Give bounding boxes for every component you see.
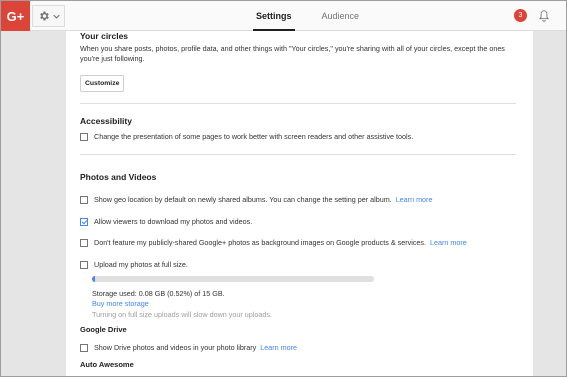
customize-button[interactable]: Customize (80, 75, 125, 92)
drive-checkbox[interactable] (80, 343, 88, 352)
background-learn-more-link[interactable]: Learn more (430, 238, 467, 247)
photos-videos-heading: Photos and Videos (80, 172, 157, 182)
tab-bar: Settings Audience (241, 1, 374, 31)
chevron-down-icon (52, 14, 60, 19)
accessibility-option-label: Change the presentation of some pages to… (94, 132, 414, 141)
storage-progress-bar (92, 276, 374, 282)
tab-settings[interactable]: Settings (241, 1, 307, 31)
geo-location-checkbox[interactable] (80, 195, 88, 204)
top-bar: G+ Settings Audience 3 (1, 1, 566, 31)
auto-awesome-heading: Auto Awesome (80, 360, 134, 369)
notification-badge[interactable]: 3 (514, 9, 527, 22)
settings-menu-button[interactable] (32, 5, 65, 27)
google-plus-logo[interactable]: G+ (1, 1, 30, 31)
full-size-note: Turning on full size uploads will slow d… (92, 310, 272, 319)
your-circles-heading: Your circles (80, 31, 129, 41)
drive-learn-more-link[interactable]: Learn more (260, 343, 297, 352)
full-size-label: Upload my photos at full size. (94, 260, 188, 269)
background-images-label: Don't feature my publicly-shared Google+… (94, 238, 426, 247)
background-images-checkbox[interactable] (80, 238, 88, 247)
drive-option-label: Show Drive photos and videos in your pho… (94, 343, 257, 352)
storage-progress-fill (92, 276, 95, 282)
google-drive-heading: Google Drive (80, 325, 127, 334)
download-option[interactable]: Allow viewers to download my photos and … (80, 217, 252, 226)
download-label: Allow viewers to download my photos and … (94, 217, 253, 226)
accessibility-checkbox[interactable] (80, 132, 88, 141)
background-images-option[interactable]: Don't feature my publicly-shared Google+… (80, 238, 467, 247)
divider (80, 103, 516, 104)
full-size-option[interactable]: Upload my photos at full size. (80, 260, 188, 269)
accessibility-heading: Accessibility (80, 116, 132, 126)
storage-used-text: Storage used: 0.08 GB (0.52%) of 15 GB. (92, 289, 225, 298)
tab-audience[interactable]: Audience (307, 1, 375, 31)
full-size-checkbox[interactable] (80, 260, 88, 269)
geo-location-label: Show geo location by default on newly sh… (94, 195, 392, 204)
geo-learn-more-link[interactable]: Learn more (396, 195, 433, 204)
bell-icon[interactable] (537, 8, 551, 24)
accessibility-option[interactable]: Change the presentation of some pages to… (80, 132, 413, 141)
divider (80, 154, 516, 155)
geo-location-option[interactable]: Show geo location by default on newly sh… (80, 195, 432, 204)
download-checkbox[interactable] (80, 217, 88, 226)
gear-icon (39, 11, 49, 21)
settings-panel: Your circles When you share posts, photo… (66, 31, 533, 376)
buy-more-storage-link[interactable]: Buy more storage (92, 299, 149, 309)
drive-option[interactable]: Show Drive photos and videos in your pho… (80, 343, 297, 352)
your-circles-description: When you share posts, photos, profile da… (80, 44, 505, 63)
